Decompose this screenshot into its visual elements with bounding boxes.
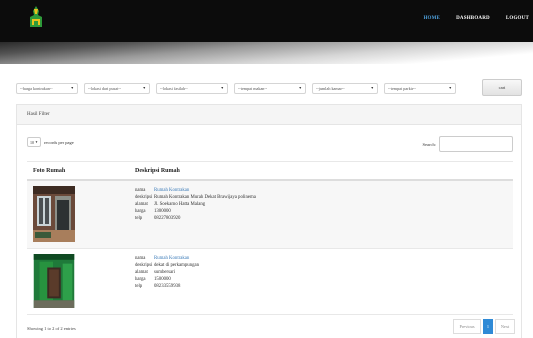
table-search: Search:	[422, 136, 513, 152]
house-address: sumbersari	[154, 270, 176, 275]
filter-tempat-parkir-select[interactable]: --tempat parkir-- ▼	[384, 82, 456, 94]
main-nav: HOME DASHBOARD LOGOUT	[423, 16, 529, 21]
filter-bar: --harga kontrakan-- ▼ --lokasi dari pusat…	[16, 79, 522, 96]
nav-dashboard[interactable]: DASHBOARD	[456, 16, 490, 21]
caret-down-icon: ▼	[70, 86, 74, 90]
house-name-link[interactable]: Rumah Kontrakan	[154, 187, 189, 194]
house-price: 1300000	[154, 209, 171, 214]
description-cell: nama Rumah Kontrakan deskripsi Rumah Kontr…	[135, 187, 256, 221]
column-header-foto[interactable]: Foto Rumah	[27, 162, 129, 179]
house-address: Jl. Soekarno Hatta Malang	[154, 202, 206, 207]
house-phone: 08227803920	[154, 216, 181, 221]
caret-down-icon: ▼	[35, 140, 38, 144]
photo-cell	[27, 249, 129, 314]
description-cell: nama Rumah Kontrakan deskripsi dekat di pe…	[135, 255, 200, 289]
filter-tempat-makan-select[interactable]: --tempat makan-- ▼	[234, 82, 306, 94]
pagination-previous[interactable]: Previous	[453, 319, 481, 334]
caret-down-icon: ▼	[220, 86, 224, 90]
logo-icon[interactable]	[28, 5, 44, 29]
table-header: Foto Rumah Deskripsi Rumah	[27, 161, 513, 181]
caret-down-icon: ▼	[448, 86, 452, 90]
column-header-deskripsi[interactable]: Deskripsi Rumah	[129, 162, 186, 179]
nav-logout[interactable]: LOGOUT	[506, 16, 529, 21]
table-info: Showing 1 to 2 of 2 entries	[27, 326, 76, 331]
table-controls: 10 ▼ records per page Search:	[17, 133, 521, 152]
search-label: Search:	[422, 141, 437, 147]
house-phone: 08233559938	[154, 284, 181, 289]
pagination: Previous 1 Next	[453, 319, 515, 334]
filter-jumlah-kamar-select[interactable]: --jumlah kamar-- ▼	[312, 82, 378, 94]
nav-home[interactable]: HOME	[423, 16, 440, 21]
caret-down-icon: ▼	[142, 86, 146, 90]
page-length-select[interactable]: 10 ▼	[27, 137, 41, 147]
search-input[interactable]	[439, 136, 513, 152]
table-row: nama Rumah Kontrakan deskripsi dekat di pe…	[27, 249, 513, 315]
house-photo[interactable]	[33, 254, 75, 308]
search-filter-button[interactable]: cari	[482, 79, 522, 96]
panel-heading: Hasil Filter	[17, 105, 521, 125]
caret-down-icon: ▼	[370, 86, 374, 90]
pagination-next[interactable]: Next	[495, 319, 515, 334]
header-shadow	[0, 42, 533, 64]
house-description: dekat di perkampungan	[154, 263, 200, 268]
house-photo[interactable]	[33, 186, 75, 242]
page-length: 10 ▼ records per page	[27, 137, 74, 147]
caret-down-icon: ▼	[298, 86, 302, 90]
top-header: HOME DASHBOARD LOGOUT	[0, 0, 533, 42]
filter-lokasi-pusat-select[interactable]: --lokasi dari pusat-- ▼	[84, 82, 150, 94]
pagination-page-1[interactable]: 1	[483, 319, 493, 334]
house-name-link[interactable]: Rumah Kontrakan	[154, 255, 189, 262]
filter-lokasi-fasilah-select[interactable]: --lokasi fasilah-- ▼	[156, 82, 228, 94]
photo-cell	[27, 181, 129, 248]
page-length-label: records per page	[44, 139, 74, 145]
results-panel: Hasil Filter 10 ▼ records per page Search…	[16, 104, 522, 338]
results-table: Foto Rumah Deskripsi Rumah nama Rumah Ko…	[27, 161, 513, 315]
house-price: 1500000	[154, 277, 171, 282]
filter-harga-select[interactable]: --harga kontrakan-- ▼	[16, 82, 78, 94]
table-row: nama Rumah Kontrakan deskripsi Rumah Kontr…	[27, 181, 513, 249]
house-description: Rumah Kontrakan Murah Dekat Brawijaya po…	[154, 195, 256, 200]
